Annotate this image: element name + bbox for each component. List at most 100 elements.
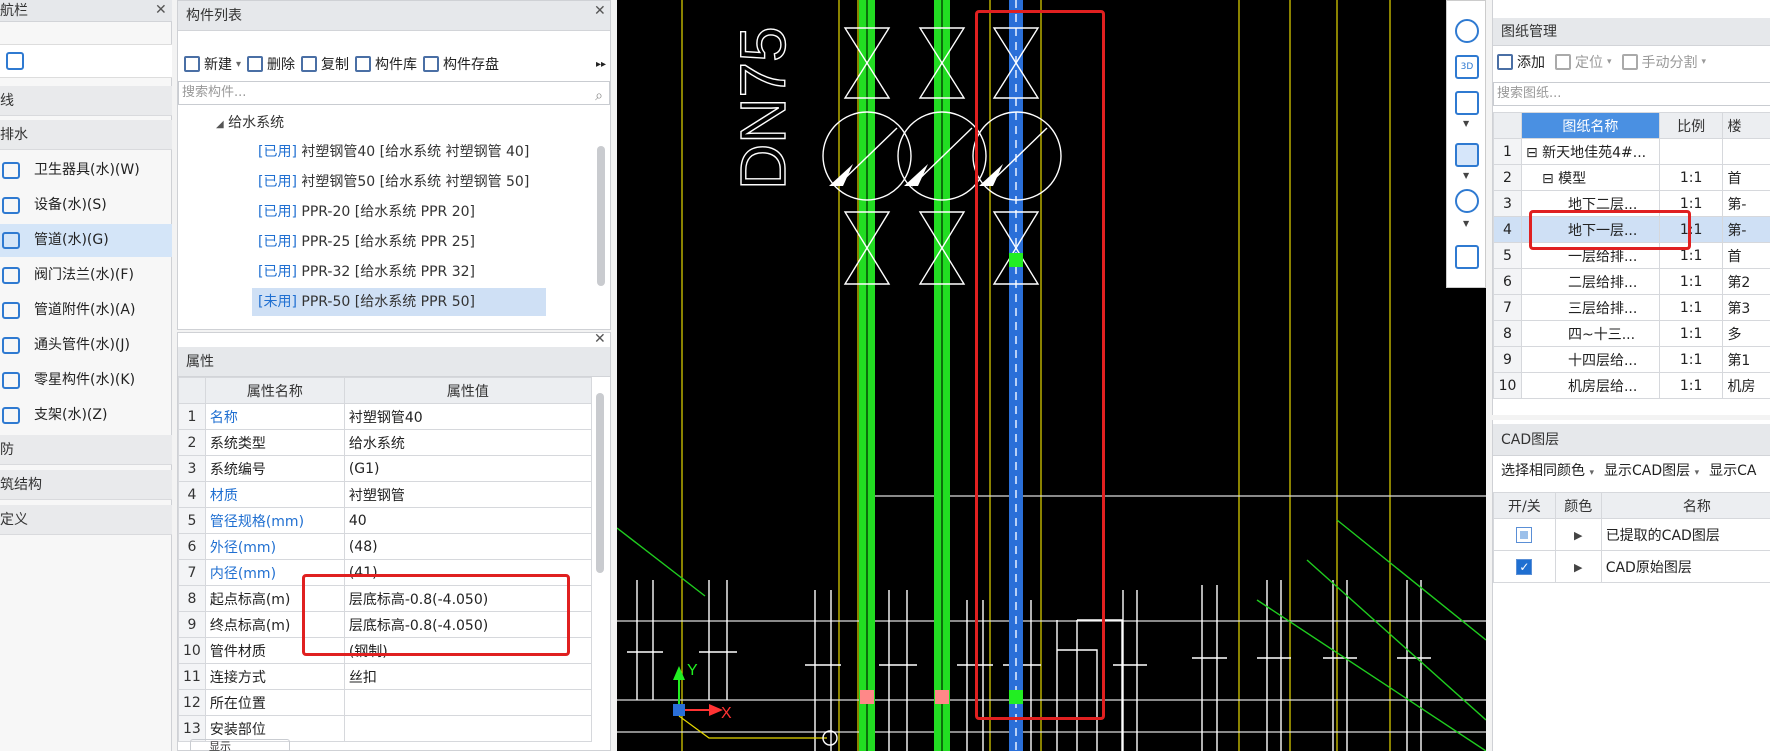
property-value[interactable]: (G1) <box>343 455 593 482</box>
component-list-scrollbar[interactable] <box>597 146 605 286</box>
property-value[interactable]: 衬塑钢管 <box>343 481 593 508</box>
delete-button[interactable]: 删除 <box>247 54 295 74</box>
show-more-button[interactable]: 显示CA <box>1709 460 1756 480</box>
drawing-header-name[interactable]: 图纸名称 <box>1520 112 1660 139</box>
property-row[interactable]: 5 管径规格(mm) 40 <box>178 507 593 534</box>
component-item[interactable]: [已用] 衬塑钢管50 [给水系统 衬塑钢管 50] <box>258 168 529 196</box>
nav-item-pipe-accessory[interactable]: 管道附件(水)(A) <box>0 294 172 327</box>
layer-toggle-checkbox[interactable]: ✓ <box>1516 558 1533 575</box>
search-icon[interactable]: ⌕ <box>595 85 603 107</box>
show-cad-layers-button[interactable]: 显示CAD图层 ▾ <box>1604 460 1699 480</box>
properties-close-icon[interactable]: ✕ <box>594 331 606 347</box>
drawing-name[interactable]: 四~十三... <box>1520 320 1660 347</box>
drawing-name[interactable]: 机房层给... <box>1520 372 1660 399</box>
properties-scrollbar[interactable] <box>596 393 604 573</box>
drawing-name[interactable]: 一层给排... <box>1520 242 1660 269</box>
property-value[interactable]: (钢制) <box>343 637 593 664</box>
property-row[interactable]: 13 安装部位 <box>178 715 593 742</box>
component-item[interactable]: [已用] 衬塑钢管40 [给水系统 衬塑钢管 40] <box>258 138 529 166</box>
component-search-input[interactable]: 搜索构件... ⌕ <box>178 81 610 105</box>
property-row[interactable]: 12 所在位置 <box>178 689 593 716</box>
property-row[interactable]: 6 外径(mm) (48) <box>178 533 593 560</box>
property-row[interactable]: 8 起点标高(m) 层底标高-0.8(-4.050) <box>178 585 593 612</box>
nav-group-custom[interactable]: 定义 <box>0 505 172 535</box>
property-value[interactable]: 给水系统 <box>343 429 593 456</box>
property-value[interactable]: (48) <box>343 533 593 560</box>
select-same-color-button[interactable]: 选择相同颜色 ▾ <box>1501 460 1594 480</box>
view-dropdown-arrow[interactable]: ▼ <box>1463 119 1469 128</box>
nav-item-misc[interactable]: 零星构件(水)(K) <box>0 364 172 397</box>
drawing-name[interactable]: ⊟ 新天地佳苑4#... <box>1520 138 1660 165</box>
drawing-header-scale[interactable]: 比例 <box>1658 112 1724 139</box>
property-value[interactable] <box>343 715 593 742</box>
nav-item-valve[interactable]: 阀门法兰(水)(F) <box>0 259 172 292</box>
drawing-row[interactable]: 5 一层给排... 1:1 首 <box>1493 242 1770 269</box>
locate-button[interactable]: 定位 ▾ <box>1555 52 1612 72</box>
drawing-name[interactable]: 十四层给... <box>1520 346 1660 373</box>
drawing-search-input[interactable]: 搜索图纸... <box>1493 82 1770 106</box>
view-dropdown-arrow[interactable]: ▼ <box>1463 219 1469 228</box>
nav-group-line[interactable]: 线 <box>0 86 172 116</box>
property-row[interactable]: 9 终点标高(m) 层底标高-0.8(-4.050) <box>178 611 593 638</box>
nav-item-sanitary[interactable]: 卫生器具(水)(W) <box>0 154 172 187</box>
nav-item-pipe[interactable]: 管道(水)(G) <box>0 224 172 257</box>
rotate-icon[interactable] <box>1455 189 1479 213</box>
drawing-row-selected[interactable]: 4 地下一层... 1:1 第- <box>1493 216 1770 243</box>
view-dropdown-arrow[interactable]: ▼ <box>1463 171 1469 180</box>
library-button[interactable]: 构件库 <box>355 54 417 74</box>
property-value[interactable]: (41) <box>343 559 593 586</box>
drawing-row[interactable]: 6 二层给排... 1:1 第2 <box>1493 268 1770 295</box>
new-button[interactable]: 新建 ▾ <box>184 54 241 74</box>
drawing-row[interactable]: 10 机房层给... 1:1 机房 <box>1493 372 1770 399</box>
layer-row[interactable]: ✓ ▶ CAD原始图层 <box>1493 550 1770 583</box>
property-value[interactable]: 衬塑钢管40 <box>343 403 593 430</box>
property-row[interactable]: 3 系统编号 (G1) <box>178 455 593 482</box>
view-cube-icon[interactable] <box>1455 91 1479 115</box>
drawing-header-floor[interactable]: 楼 <box>1722 112 1770 139</box>
property-value[interactable]: 40 <box>343 507 593 534</box>
nav-item-tee-fitting[interactable]: 通头管件(水)(J) <box>0 329 172 362</box>
add-drawing-button[interactable]: 添加 <box>1497 52 1545 72</box>
drawing-name[interactable]: 地下一层... <box>1520 216 1660 243</box>
tree-group-water-supply[interactable]: ◢ 给水系统 <box>216 109 284 137</box>
component-item-selected[interactable]: [未用] PPR-50 [给水系统 PPR 50] <box>252 288 546 316</box>
drawing-name[interactable]: 三层给排... <box>1520 294 1660 321</box>
nav-group-fire[interactable]: 防 <box>0 435 172 465</box>
property-row[interactable]: 10 管件材质 (钢制) <box>178 637 593 664</box>
property-row[interactable]: 1 名称 衬塑钢管40 <box>178 403 593 430</box>
property-value[interactable]: 层底标高-0.8(-4.050) <box>343 585 593 612</box>
nav-close-icon[interactable]: ✕ <box>155 2 167 18</box>
nav-group-drainage[interactable]: 排水 <box>0 120 172 150</box>
property-row[interactable]: 7 内径(mm) (41) <box>178 559 593 586</box>
layer-row[interactable]: ▶ 已提取的CAD图层 <box>1493 518 1770 551</box>
component-item[interactable]: [已用] PPR-25 [给水系统 PPR 25] <box>258 228 475 256</box>
property-value[interactable]: 层底标高-0.8(-4.050) <box>343 611 593 638</box>
property-value[interactable]: 丝扣 <box>343 663 593 690</box>
property-value[interactable] <box>343 689 593 716</box>
top-view-icon[interactable] <box>1455 143 1479 167</box>
drawing-row[interactable]: 2 ⊟ 模型 1:1 首 <box>1493 164 1770 191</box>
nav-item-equipment[interactable]: 设备(水)(S) <box>0 189 172 222</box>
drawing-name[interactable]: ⊟ 模型 <box>1520 164 1660 191</box>
toolbar-more-button[interactable]: ▸▸ <box>596 59 606 70</box>
display-button[interactable]: 显示 <box>190 739 290 751</box>
expand-arrow-icon[interactable]: ▶ <box>1574 529 1582 542</box>
manual-split-button[interactable]: 手动分割 ▾ <box>1621 52 1706 72</box>
nav-group-structure[interactable]: 筑结构 <box>0 470 172 500</box>
property-row[interactable]: 11 连接方式 丝扣 <box>178 663 593 690</box>
expand-triangle-icon[interactable]: ◢ <box>216 119 224 130</box>
properties-view-icon[interactable] <box>1455 245 1479 269</box>
component-item[interactable]: [已用] PPR-20 [给水系统 PPR 20] <box>258 198 475 226</box>
cad-canvas[interactable]: DN75 Y X <box>617 0 1486 751</box>
property-row[interactable]: 4 材质 衬塑钢管 <box>178 481 593 508</box>
orbit-icon[interactable] <box>1455 19 1479 43</box>
component-item[interactable]: [已用] PPR-32 [给水系统 PPR 32] <box>258 258 475 286</box>
property-row[interactable]: 2 系统类型 给水系统 <box>178 429 593 456</box>
component-list-close-icon[interactable]: ✕ <box>594 3 606 19</box>
drawing-row[interactable]: 9 十四层给... 1:1 第1 <box>1493 346 1770 373</box>
nav-item-support[interactable]: 支架(水)(Z) <box>0 399 172 432</box>
drawing-row[interactable]: 3 地下二层... 1:1 第- <box>1493 190 1770 217</box>
view-3d-icon[interactable]: 3D <box>1455 55 1479 79</box>
expand-arrow-icon[interactable]: ▶ <box>1574 561 1582 574</box>
drawing-row[interactable]: 7 三层给排... 1:1 第3 <box>1493 294 1770 321</box>
